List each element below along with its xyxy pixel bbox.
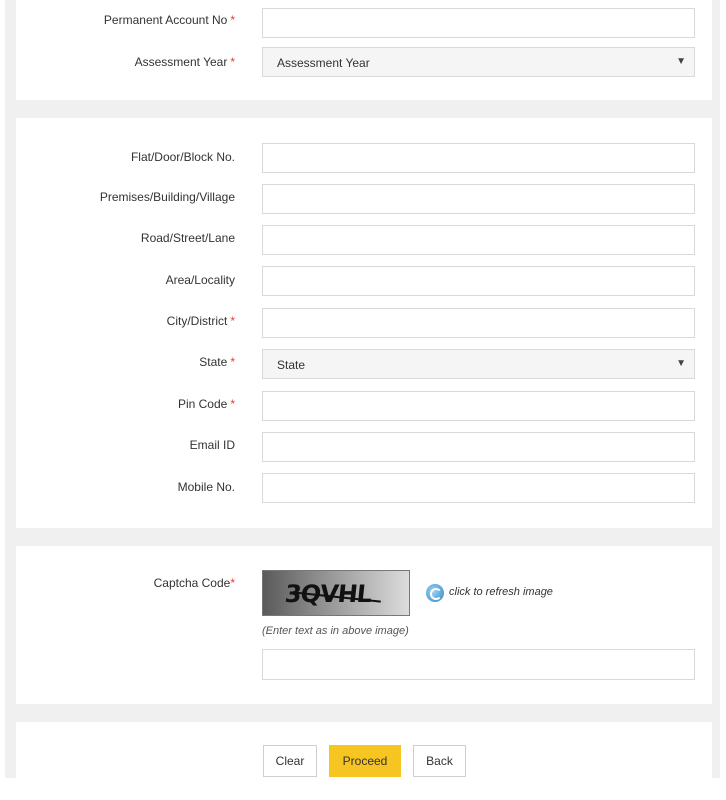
captcha-image: 3QVHL — [262, 570, 410, 616]
premises-label: Premises/Building/Village — [100, 190, 235, 204]
area-label: Area/Locality — [166, 273, 235, 287]
city-label-text: City/District — [166, 314, 228, 328]
required-mark: * — [230, 355, 235, 369]
captcha-label: Captcha Code* — [154, 576, 235, 590]
mobile-label-text: Mobile No. — [177, 480, 235, 494]
area-input[interactable] — [262, 266, 695, 296]
pin-label-text: Pin Code — [177, 397, 228, 411]
captcha-hint: (Enter text as in above image) — [262, 625, 409, 637]
required-mark: * — [230, 55, 235, 69]
chevron-down-icon: ▼ — [676, 358, 686, 369]
pan-input[interactable] — [262, 8, 695, 38]
road-label: Road/Street/Lane — [141, 231, 235, 245]
assessment-year-label-text: Assessment Year — [134, 55, 228, 69]
captcha-label-text: Captcha Code — [153, 576, 231, 590]
captcha-input[interactable] — [262, 649, 695, 680]
assessment-year-label: Assessment Year * — [135, 55, 235, 69]
pin-input[interactable] — [262, 391, 695, 421]
back-button[interactable]: Back — [413, 745, 466, 777]
road-label-text: Road/Street/Lane — [140, 231, 235, 245]
city-input[interactable] — [262, 308, 695, 338]
clear-button[interactable]: Clear — [263, 745, 317, 777]
mobile-input[interactable] — [262, 473, 695, 503]
flat-label: Flat/Door/Block No. — [131, 150, 235, 164]
road-input[interactable] — [262, 225, 695, 255]
chevron-down-icon: ▼ — [676, 56, 686, 67]
flat-label-text: Flat/Door/Block No. — [130, 150, 235, 164]
required-mark: * — [230, 314, 235, 328]
premises-input[interactable] — [262, 184, 695, 214]
proceed-button[interactable]: Proceed — [329, 745, 401, 777]
premises-label-text: Premises/Building/Village — [99, 190, 235, 204]
state-selected: State — [277, 358, 306, 372]
assessment-year-select[interactable]: Assessment Year ▼ — [262, 47, 695, 77]
required-mark: * — [230, 576, 235, 590]
city-label: City/District * — [167, 314, 235, 328]
area-label-text: Area/Locality — [165, 273, 235, 287]
flat-input[interactable] — [262, 143, 695, 173]
state-select[interactable]: State ▼ — [262, 349, 695, 379]
assessment-year-selected: Assessment Year — [277, 56, 370, 70]
pan-label-text: Permanent Account No — [103, 13, 228, 27]
email-label: Email ID — [190, 438, 235, 452]
refresh-icon[interactable] — [426, 584, 444, 602]
pin-label: Pin Code * — [178, 397, 235, 411]
required-mark: * — [230, 13, 235, 27]
required-mark: * — [230, 397, 235, 411]
refresh-image-link[interactable]: click to refresh image — [449, 586, 553, 598]
captcha-image-text: 3QVHL — [283, 580, 373, 608]
state-label: State * — [199, 355, 235, 369]
state-label-text: State — [199, 355, 228, 369]
mobile-label: Mobile No. — [178, 480, 235, 494]
email-label-text: Email ID — [189, 438, 235, 452]
pan-label: Permanent Account No * — [104, 13, 235, 27]
email-input[interactable] — [262, 432, 695, 462]
